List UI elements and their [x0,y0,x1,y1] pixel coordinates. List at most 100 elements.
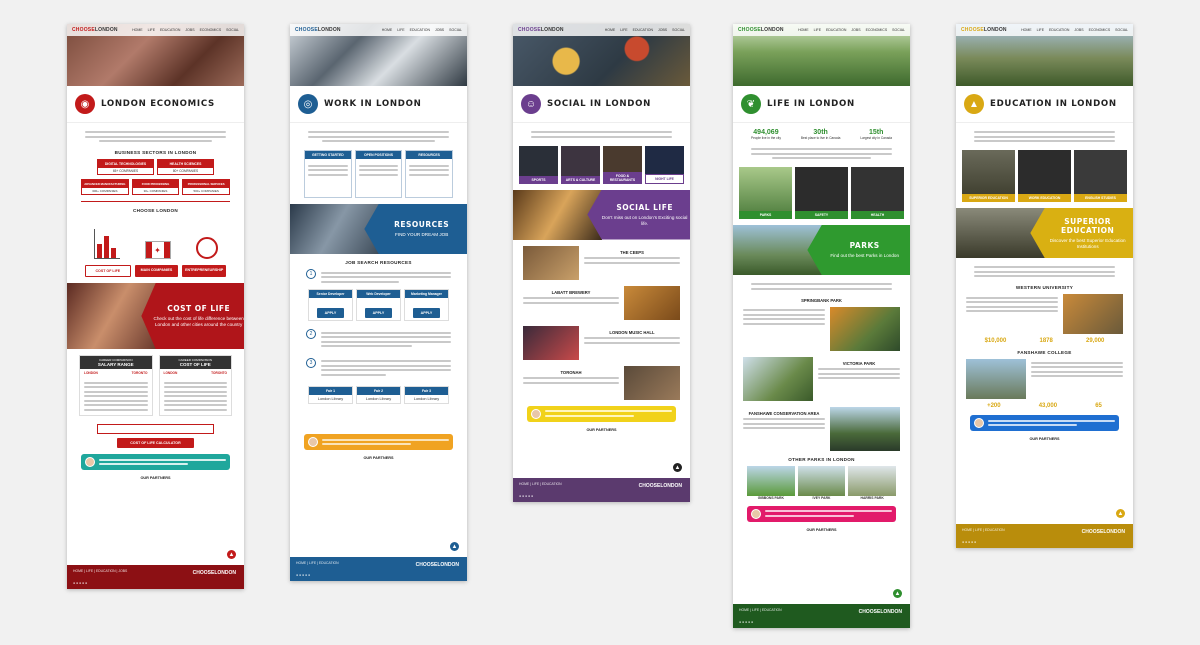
bar-chart-icon [93,229,120,259]
nav-economics[interactable]: ECONOMICS [200,28,222,32]
footer-logo[interactable]: CHOOSELONDON [416,562,459,568]
card-resources[interactable]: RESOURCES [405,150,453,198]
school-stats: +200 43,000 65 [987,403,1102,409]
nav-education[interactable]: EDUCATION [160,28,180,32]
scroll-top-button[interactable]: ▲ [227,550,236,559]
cost-of-life-calculator-button[interactable]: COST OF LIFE CALCULATOR [117,438,194,448]
banner-text: Check out the cost of life difference be… [153,316,244,327]
avatar [308,437,318,447]
nav-social[interactable]: SOCIAL [672,28,685,32]
nav-social[interactable]: SOCIAL [892,28,905,32]
fair-card[interactable]: Fair 2 London Library [356,386,401,404]
nav-jobs[interactable]: JOBS [435,28,444,32]
tile-sports[interactable]: SPORTS [519,145,558,184]
nav-education[interactable]: EDUCATION [410,28,430,32]
top-nav: CHOOSELONDON HOME LIFE EDUCATION JOBS EC… [956,24,1133,36]
education-intro [974,266,1115,277]
other-parks-heading: OTHER PARKS IN LONDON [788,456,855,462]
nav-jobs[interactable]: JOBS [658,28,667,32]
social-icons[interactable]: ● ● ● ● ● [519,494,684,498]
social-icons[interactable]: ● ● ● ● ● [962,540,1127,544]
nav-home[interactable]: HOME [605,28,616,32]
nav-life[interactable]: LIFE [814,28,821,32]
scroll-top-button[interactable]: ▲ [450,542,459,551]
footer-logo[interactable]: CHOOSELONDON [639,483,682,489]
main-companies-button[interactable]: MAIN COMPANIES [134,265,179,277]
social-icons[interactable]: ● ● ● ● ● [73,581,238,585]
nav-home[interactable]: HOME [382,28,393,32]
job-card[interactable]: Web Developer APPLY [356,289,401,321]
tile-food[interactable]: FOOD & RESTAURANTS [603,145,642,184]
nav-jobs[interactable]: JOBS [1074,28,1083,32]
partners-heading: OUR PARTNERS [1029,437,1060,441]
job-card[interactable]: Senior Developer APPLY [308,289,353,321]
park-card[interactable]: HARRIS PARK [848,465,896,500]
sector-card: DIGITAL TECHNOLOGIES 65+ COMPANIES [97,159,154,175]
nav-social[interactable]: SOCIAL [1115,28,1128,32]
stat-size: 15th Largest city in Canada [860,129,893,140]
nav-life[interactable]: LIFE [1037,28,1044,32]
banner-text: Discover the best Superior Education Ins… [1049,237,1126,249]
comparison-section: CAREER COMPARISON SALARY RANGE LONDON TORO… [79,355,232,416]
social-icons[interactable]: ● ● ● ● ● [739,620,904,624]
apply-button[interactable]: APPLY [365,308,392,318]
page-title: EDUCATION IN LONDON [990,99,1117,109]
social-icons[interactable]: ● ● ● ● ● [296,573,461,577]
nav-economics[interactable]: ECONOMICS [1089,28,1111,32]
park-card[interactable]: GIBBONS PARK [747,465,795,500]
nav-life[interactable]: LIFE [148,28,155,32]
nav-home[interactable]: HOME [132,28,143,32]
tile-superior-education[interactable]: SUPERIOR EDUCATION [962,150,1015,202]
fair-card[interactable]: Fair 3 London Library [404,386,449,404]
nav-social[interactable]: SOCIAL [449,28,462,32]
footer-logo[interactable]: CHOOSELONDON [859,609,902,615]
tile-english-studies[interactable]: ENGLISH STUDIES [1074,150,1127,202]
tile-work-education[interactable]: WORK EDUCATION [1018,150,1071,202]
logo[interactable]: CHOOSELONDON [72,27,118,33]
tile-safety[interactable]: SAFETY [795,167,848,219]
sector-card: HEALTH SCIENCES 80+ COMPANIES [157,159,214,175]
people-icon: ☺ [521,94,541,114]
resources-banner: RESOURCES FIND YOUR DREAM JOB [290,204,467,254]
tile-health[interactable]: HEALTH [851,167,904,219]
scroll-top-button[interactable]: ▲ [893,589,902,598]
nav-home[interactable]: HOME [1021,28,1032,32]
park-title: FANSHAWE CONSERVATION AREA [748,410,820,416]
nav-education[interactable]: EDUCATION [826,28,846,32]
footer-logo[interactable]: CHOOSELONDON [1082,529,1125,535]
park-card[interactable]: IVEY PARK [797,465,846,500]
tile-parks[interactable]: PARKS [739,167,792,219]
logo[interactable]: CHOOSELONDON [518,27,564,33]
nav-social[interactable]: SOCIAL [226,28,239,32]
entrepreneurship-button[interactable]: ENTREPRENEURSHIP [182,265,227,277]
page-economics: CHOOSELONDON HOME LIFE EDUCATION JOBS EC… [67,24,244,589]
page-title: SOCIAL IN LONDON [547,99,651,109]
nav-life[interactable]: LIFE [620,28,627,32]
nav-home[interactable]: HOME [798,28,809,32]
cost-of-life-button[interactable]: COST OF LIFE [85,265,131,277]
nav-education[interactable]: EDUCATION [1049,28,1069,32]
nav-life[interactable]: LIFE [397,28,404,32]
fair-card[interactable]: Fair 1 London Library [308,386,353,404]
nav-economics[interactable]: ECONOMICS [866,28,888,32]
logo[interactable]: CHOOSELONDON [295,27,341,33]
apply-button[interactable]: APPLY [317,308,344,318]
logo[interactable]: CHOOSELONDON [961,27,1007,33]
salary-range-table: CAREER COMPARISON SALARY RANGE LONDON TORO… [79,355,153,416]
footer-logo[interactable]: CHOOSELONDON [193,570,236,576]
scroll-top-button[interactable]: ▲ [1116,509,1125,518]
nav-education[interactable]: EDUCATION [633,28,653,32]
card-getting-started[interactable]: GETTING STARTED [304,150,352,198]
scroll-top-button[interactable]: ▲ [673,463,682,472]
card-open-positions[interactable]: OPEN POSITIONS [354,150,403,198]
venue-image [523,325,579,360]
tile-arts[interactable]: ARTS & CULTURE [561,145,600,184]
nav-jobs[interactable]: JOBS [185,28,194,32]
apply-button[interactable]: APPLY [413,308,440,318]
step-2: 2 [306,329,451,350]
nav-jobs[interactable]: JOBS [851,28,860,32]
page-life: CHOOSELONDON HOME LIFE EDUCATION JOBS EC… [733,24,910,628]
tile-nightlife[interactable]: NIGHT LIFE [645,145,684,184]
job-card[interactable]: Marketing Manager APPLY [404,289,449,321]
logo[interactable]: CHOOSELONDON [738,27,784,33]
